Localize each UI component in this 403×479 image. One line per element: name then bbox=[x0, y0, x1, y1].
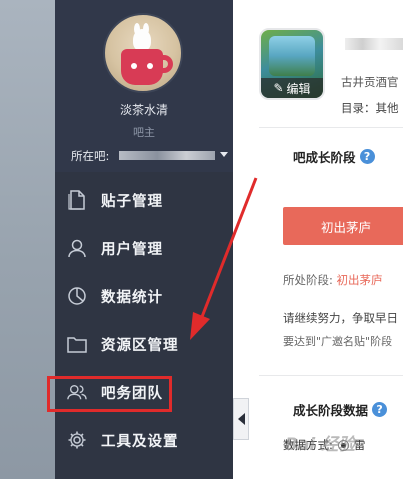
forum-thumbnail-image bbox=[269, 36, 315, 76]
avatar-mug-handle bbox=[159, 55, 173, 73]
user-icon bbox=[67, 238, 87, 258]
avatar-bunny-ear bbox=[143, 23, 149, 35]
sidebar-item-label: 工具及设置 bbox=[101, 433, 179, 450]
growth-tip-text: 请继续努力，争取早日 bbox=[283, 311, 398, 325]
stage-button[interactable]: 初出茅庐 bbox=[283, 207, 403, 245]
forum-category: 目录：其他 bbox=[341, 101, 399, 115]
forum-selector-value-blurred bbox=[119, 151, 215, 160]
sidebar-item-label: 资源区管理 bbox=[101, 337, 179, 354]
edit-label: 编辑 bbox=[286, 81, 311, 96]
collapse-sidebar-button[interactable] bbox=[233, 398, 249, 440]
divider bbox=[259, 127, 403, 128]
chevron-left-icon bbox=[237, 413, 245, 425]
divider bbox=[259, 375, 403, 376]
sidebar-item-post-management[interactable]: 贴子管理 bbox=[55, 176, 233, 224]
help-icon[interactable]: ? bbox=[372, 402, 388, 417]
profile-panel: 淡茶水清 吧主 所在吧: bbox=[55, 0, 233, 172]
growth-stage-title: 吧成长阶段 ? bbox=[293, 147, 375, 166]
avatar-mug-eye bbox=[147, 63, 153, 69]
main-content: ✎ 编辑 古井贡酒官 目录：其他 吧成长阶段 ? 初出茅庐 所处阶段: 初出茅庐… bbox=[233, 0, 403, 479]
sidebar-item-statistics[interactable]: 数据统计 bbox=[55, 272, 233, 320]
help-icon[interactable]: ? bbox=[359, 149, 375, 164]
sidebar-item-label: 数据统计 bbox=[101, 289, 163, 306]
highlight-box bbox=[47, 376, 172, 412]
forum-selector-label: 所在吧: bbox=[71, 149, 110, 163]
avatar-bunny-ear bbox=[134, 23, 140, 35]
sidebar-item-resource-management[interactable]: 资源区管理 bbox=[55, 320, 233, 368]
chevron-down-icon[interactable] bbox=[220, 152, 228, 157]
sidebar-item-tools-settings[interactable]: 工具及设置 bbox=[55, 416, 233, 464]
sidebar-item-label: 贴子管理 bbox=[101, 193, 163, 210]
current-stage-value[interactable]: 初出茅庐 bbox=[337, 273, 383, 287]
forum-description: 古井贡酒官 bbox=[341, 75, 399, 89]
edit-icon: ✎ bbox=[273, 81, 284, 95]
avatar-mug-eye bbox=[131, 63, 137, 69]
pie-chart-icon bbox=[67, 286, 87, 306]
section-title-text: 成长阶段数据 bbox=[293, 403, 369, 418]
document-icon bbox=[67, 190, 87, 210]
section-title-text: 吧成长阶段 bbox=[293, 150, 356, 165]
sidebar-item-team[interactable]: 吧务团队 bbox=[47, 368, 233, 416]
avatar-mug bbox=[121, 49, 163, 85]
watermark: Bai 经验 bbox=[285, 435, 356, 455]
current-stage: 所处阶段: 初出茅庐 bbox=[283, 272, 383, 288]
forum-name-blurred bbox=[345, 38, 403, 50]
gear-icon bbox=[67, 430, 87, 450]
growth-data-title: 成长阶段数据 ? bbox=[293, 400, 388, 419]
sidebar: 淡茶水清 吧主 所在吧: 贴子管理 用户管理 数据统计 资源区管理 吧务团队 工… bbox=[47, 0, 233, 479]
forum-thumbnail[interactable]: ✎ 编辑 bbox=[259, 28, 325, 100]
data-mode-value: 雷 bbox=[353, 438, 366, 452]
profile-role: 吧主 bbox=[133, 126, 155, 139]
sidebar-item-user-management[interactable]: 用户管理 bbox=[55, 224, 233, 272]
avatar[interactable] bbox=[103, 13, 183, 93]
growth-requirement-text: 要达到"广邀名贴"阶段 bbox=[283, 335, 393, 348]
current-stage-label: 所处阶段: bbox=[283, 273, 333, 287]
profile-name: 淡茶水清 bbox=[119, 103, 168, 117]
edit-thumbnail-button[interactable]: ✎ 编辑 bbox=[261, 78, 323, 98]
folder-icon bbox=[67, 334, 87, 354]
sidebar-item-label: 用户管理 bbox=[101, 241, 163, 258]
forum-selector[interactable]: 所在吧: bbox=[71, 146, 231, 164]
sidebar-menu: 贴子管理 用户管理 数据统计 资源区管理 吧务团队 工具及设置 bbox=[47, 176, 233, 464]
